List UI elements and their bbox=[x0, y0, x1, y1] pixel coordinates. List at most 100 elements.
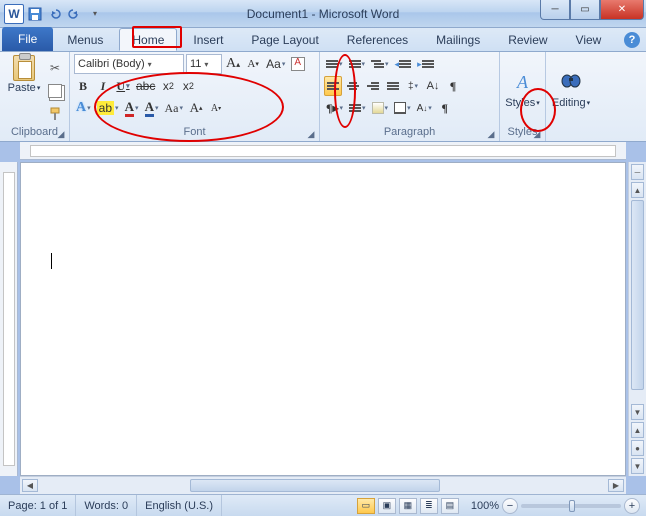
zoom-level[interactable]: 100% bbox=[471, 500, 499, 512]
redo-icon[interactable] bbox=[66, 5, 84, 23]
enclose-characters-button[interactable]: Aa bbox=[163, 98, 186, 118]
editing-button[interactable]: Editing▾ bbox=[551, 69, 591, 111]
subscript-button[interactable]: x2 bbox=[159, 76, 177, 96]
tab-insert[interactable]: Insert bbox=[181, 28, 235, 51]
hscroll-thumb[interactable] bbox=[190, 479, 440, 492]
clipboard-launcher[interactable]: ◢ bbox=[55, 128, 67, 140]
clear-formatting-icon bbox=[291, 57, 305, 71]
borders-button[interactable] bbox=[392, 98, 413, 118]
web-layout-view-button[interactable]: ▦ bbox=[399, 498, 417, 514]
styles-button[interactable]: A Styles▾ bbox=[503, 69, 543, 111]
align-left-button[interactable] bbox=[324, 76, 342, 96]
bullets-button[interactable] bbox=[324, 54, 345, 74]
line-spacing-button[interactable]: ‡ bbox=[404, 76, 422, 96]
tab-references[interactable]: References bbox=[335, 28, 420, 51]
scroll-down-icon[interactable]: ▼ bbox=[631, 404, 644, 420]
shrink-font-button[interactable]: A▾ bbox=[244, 54, 262, 74]
group-styles: A Styles▾ Styles◢ bbox=[500, 52, 546, 141]
dist-button[interactable] bbox=[347, 98, 368, 118]
styles-launcher[interactable]: ◢ bbox=[531, 128, 543, 140]
multilevel-button[interactable] bbox=[369, 54, 391, 74]
word-app-icon[interactable]: W bbox=[4, 4, 24, 24]
superscript-button[interactable]: x2 bbox=[179, 76, 197, 96]
format-painter-button[interactable] bbox=[46, 104, 64, 124]
az-sort-button[interactable]: A↓ bbox=[415, 98, 434, 118]
document-page[interactable] bbox=[20, 162, 626, 476]
scroll-left-icon[interactable]: ◀ bbox=[22, 479, 38, 492]
find-icon bbox=[559, 71, 583, 95]
scroll-right-icon[interactable]: ▶ bbox=[608, 479, 624, 492]
text-effects-button[interactable]: A bbox=[74, 98, 93, 118]
zoom-slider[interactable] bbox=[521, 504, 621, 508]
vscroll-thumb[interactable] bbox=[631, 200, 644, 390]
zoom-in-button[interactable]: + bbox=[624, 498, 640, 514]
align-center-button[interactable] bbox=[344, 76, 362, 96]
prev-page-icon[interactable]: ▲ bbox=[631, 422, 644, 438]
decrease-font-button[interactable]: A▾ bbox=[207, 98, 225, 118]
font-name-value: Calibri (Body) bbox=[78, 58, 145, 70]
show-hide-button[interactable]: ¶ bbox=[444, 76, 462, 96]
vertical-scrollbar[interactable]: ─ ▲ ▼ ▲ ● ▼ bbox=[628, 162, 646, 476]
file-tab[interactable]: File bbox=[2, 27, 53, 51]
save-icon[interactable] bbox=[26, 5, 44, 23]
increase-indent-button[interactable] bbox=[415, 54, 436, 74]
pilcrow2-button[interactable]: ¶ bbox=[436, 98, 454, 118]
minimize-button[interactable]: ─ bbox=[540, 0, 570, 20]
copy-button[interactable] bbox=[46, 81, 64, 101]
justify-button[interactable] bbox=[384, 76, 402, 96]
print-layout-view-button[interactable]: ▭ bbox=[357, 498, 375, 514]
tab-page-layout[interactable]: Page Layout bbox=[239, 28, 330, 51]
strikethrough-button[interactable]: abc bbox=[134, 76, 157, 96]
clear-formatting-button[interactable] bbox=[289, 54, 307, 74]
next-page-icon[interactable]: ▼ bbox=[631, 458, 644, 474]
highlight-button[interactable]: ab bbox=[95, 98, 121, 118]
font-name-combo[interactable]: Calibri (Body)▾ bbox=[74, 54, 184, 74]
align-right-button[interactable] bbox=[364, 76, 382, 96]
status-page[interactable]: Page: 1 of 1 bbox=[0, 495, 76, 516]
increase-font-button[interactable]: A▴ bbox=[187, 98, 205, 118]
fullscreen-reading-view-button[interactable]: ▣ bbox=[378, 498, 396, 514]
vertical-ruler[interactable] bbox=[0, 162, 18, 476]
tab-review[interactable]: Review bbox=[496, 28, 559, 51]
tab-home[interactable]: Home bbox=[119, 28, 177, 51]
decrease-indent-button[interactable] bbox=[393, 54, 414, 74]
browse-object-icon[interactable]: ● bbox=[631, 440, 644, 456]
underline-button[interactable]: U bbox=[114, 76, 132, 96]
character-shading-button[interactable]: A bbox=[143, 98, 161, 118]
tab-mailings[interactable]: Mailings bbox=[424, 28, 492, 51]
cut-button[interactable] bbox=[46, 58, 64, 78]
shading-button[interactable] bbox=[370, 98, 391, 118]
paste-label: Paste bbox=[8, 82, 36, 94]
scroll-split-icon[interactable]: ─ bbox=[631, 164, 644, 180]
close-button[interactable]: ✕ bbox=[600, 0, 644, 20]
grow-font-button[interactable]: A▴ bbox=[224, 54, 242, 74]
maximize-button[interactable]: ▭ bbox=[570, 0, 600, 20]
font-color-button[interactable]: A bbox=[123, 98, 141, 118]
ltr-button[interactable]: ¶▸ bbox=[324, 98, 345, 118]
scroll-up-icon[interactable]: ▲ bbox=[631, 182, 644, 198]
change-case-button[interactable]: Aa bbox=[264, 54, 287, 74]
outline-view-button[interactable]: ≣ bbox=[420, 498, 438, 514]
font-launcher[interactable]: ◢ bbox=[305, 128, 317, 140]
horizontal-ruler[interactable] bbox=[20, 142, 626, 160]
status-language[interactable]: English (U.S.) bbox=[137, 495, 222, 516]
tab-menus[interactable]: Menus bbox=[55, 28, 115, 51]
tab-view[interactable]: View bbox=[564, 28, 614, 51]
help-icon[interactable]: ? bbox=[624, 32, 640, 48]
qat-customize-icon[interactable]: ▾ bbox=[86, 5, 104, 23]
undo-icon[interactable] bbox=[46, 5, 64, 23]
horizontal-scrollbar[interactable]: ◀ ▶ bbox=[20, 476, 626, 494]
paste-button[interactable]: Paste▾ bbox=[4, 54, 44, 125]
font-size-combo[interactable]: 11▾ bbox=[186, 54, 222, 74]
ltr-icon: ¶▸ bbox=[326, 101, 339, 116]
align-left-icon bbox=[327, 81, 339, 91]
sort-button[interactable]: A↓ bbox=[424, 76, 442, 96]
bold-button[interactable]: B bbox=[74, 76, 92, 96]
italic-button[interactable]: I bbox=[94, 76, 112, 96]
draft-view-button[interactable]: ▤ bbox=[441, 498, 459, 514]
zoom-out-button[interactable]: − bbox=[502, 498, 518, 514]
status-words[interactable]: Words: 0 bbox=[76, 495, 137, 516]
numbering-button[interactable] bbox=[347, 54, 368, 74]
zoom-slider-knob[interactable] bbox=[569, 500, 575, 512]
paragraph-launcher[interactable]: ◢ bbox=[485, 128, 497, 140]
